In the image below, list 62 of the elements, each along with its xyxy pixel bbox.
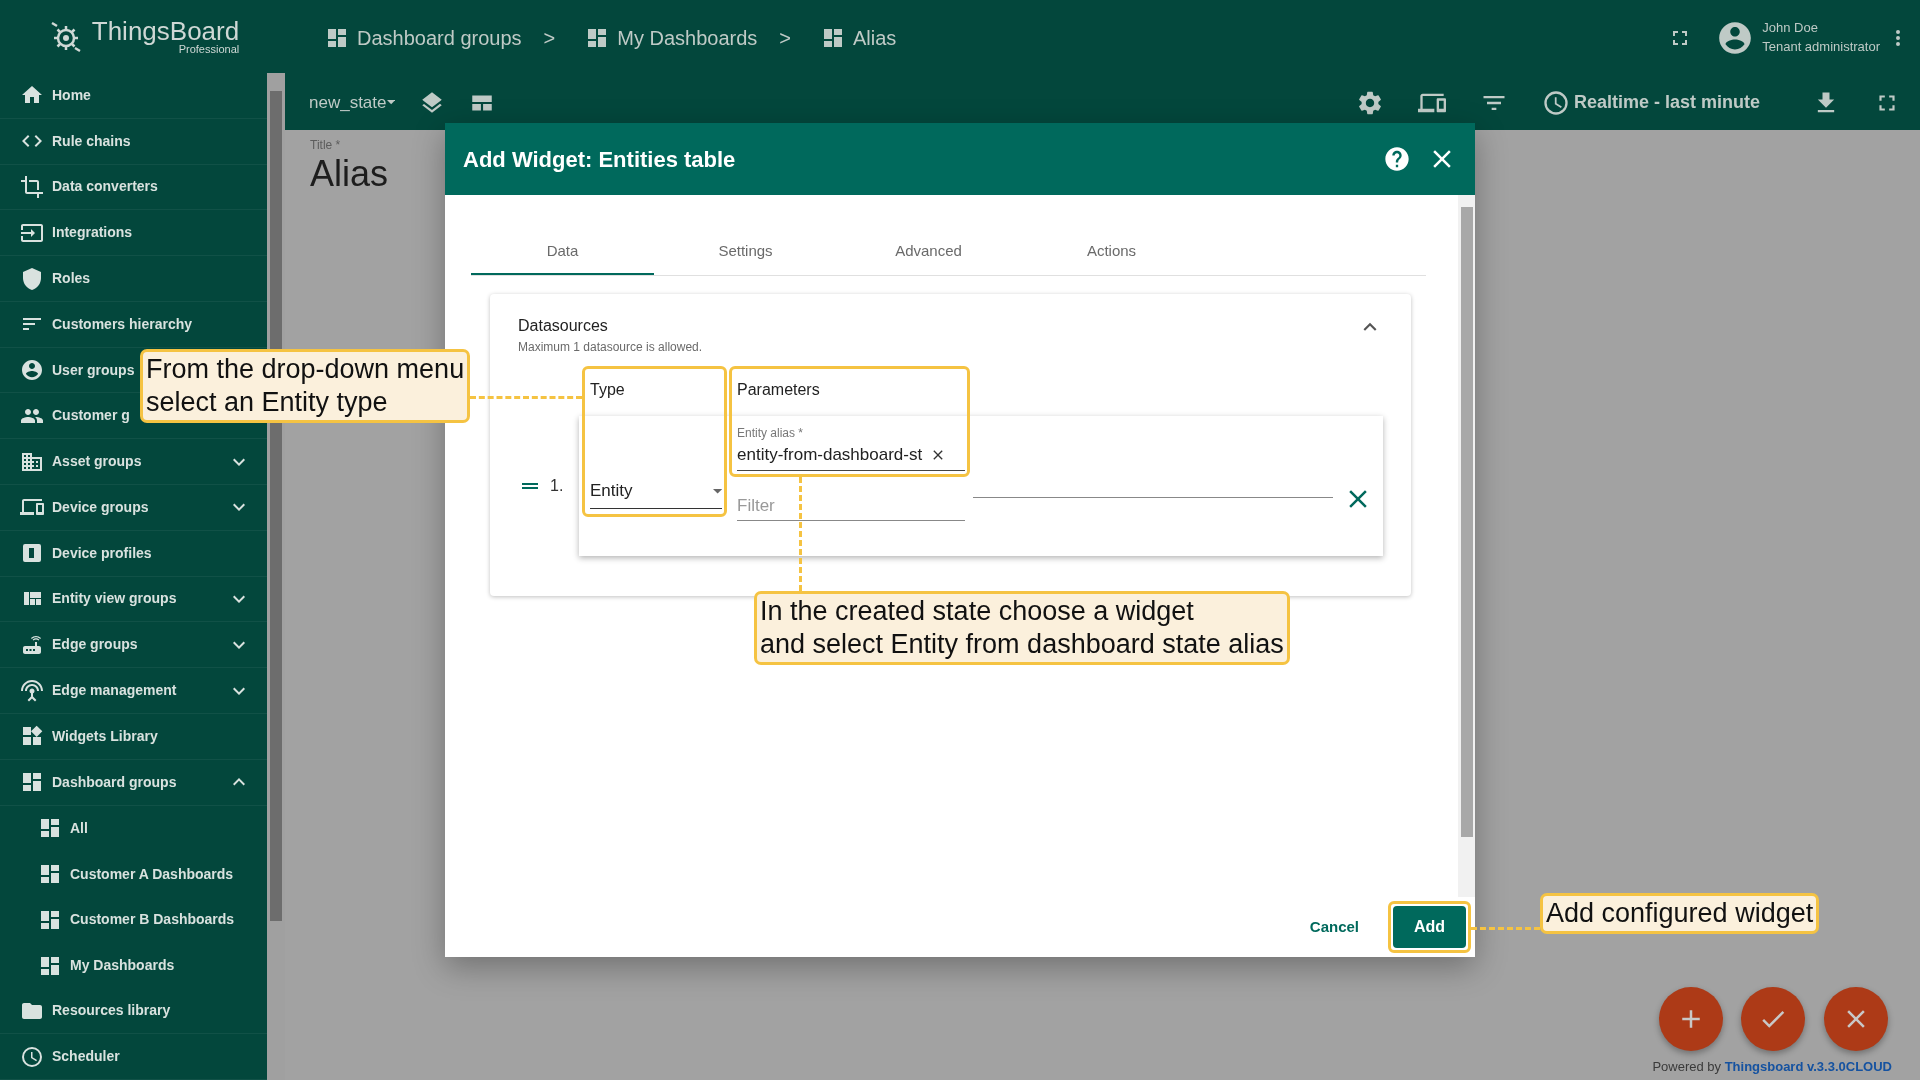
- tab[interactable]: Actions: [1020, 229, 1203, 275]
- shield-icon: [20, 266, 44, 291]
- breadcrumb-link[interactable]: Alias: [853, 22, 897, 53]
- sidebar-item[interactable]: Widgets Library: [0, 713, 267, 760]
- breadcrumb-link[interactable]: Dashboard groups: [357, 22, 522, 53]
- breadcrumb-separator: >: [543, 25, 556, 51]
- entity-alias-field[interactable]: Entity alias * entity-from-dashboard-st: [737, 424, 965, 471]
- antenna-icon: [20, 678, 44, 703]
- cancel-button[interactable]: [1824, 987, 1888, 1051]
- panel-hint: Maximum 1 datasource is allowed.: [518, 339, 703, 356]
- tab[interactable]: Data: [471, 229, 654, 275]
- leader-line: [1471, 927, 1540, 930]
- type-select[interactable]: Entity: [590, 478, 722, 509]
- sidebar-item[interactable]: Asset groups: [0, 439, 267, 486]
- sidebar-item[interactable]: Edge groups: [0, 622, 267, 669]
- sidebar-item[interactable]: Edge management: [0, 668, 267, 714]
- caret-icon: [712, 489, 722, 494]
- sidebar-item[interactable]: Entity view groups: [0, 576, 267, 623]
- sidebar-item[interactable]: My Dashboards: [0, 942, 267, 989]
- logo-name: ThingsBoard: [91, 18, 240, 44]
- sidebar-item[interactable]: Customer B Dashboards: [0, 897, 267, 943]
- person-icon: [20, 358, 44, 383]
- logo-edition: Professional: [178, 44, 240, 55]
- scrollbar[interactable]: [1458, 195, 1475, 897]
- clock-icon: [1541, 88, 1570, 117]
- tab[interactable]: Advanced: [837, 229, 1020, 275]
- sidebar-item[interactable]: Customer A Dashboards: [0, 851, 267, 898]
- column-header: Type: [590, 380, 626, 400]
- column-header: Parameters: [737, 380, 820, 400]
- title-label: Title *: [310, 137, 341, 154]
- sidebar-item[interactable]: All: [0, 805, 267, 852]
- annotation-tooltip: Add configured widget: [1540, 893, 1820, 934]
- state-dropdown[interactable]: new_state: [309, 89, 395, 116]
- sidebar-item[interactable]: Device groups: [0, 485, 267, 531]
- timewindow-button[interactable]: Realtime - last minute: [1541, 88, 1760, 117]
- row-index: 1.: [550, 476, 564, 496]
- clock-icon: [20, 1044, 44, 1069]
- user-role: Tenant administrator: [1762, 37, 1880, 56]
- cancel-button[interactable]: Cancel: [1303, 914, 1365, 940]
- sidebar-item[interactable]: Roles: [0, 256, 267, 302]
- sidebar-item[interactable]: Device profiles: [0, 530, 267, 577]
- dashboard-title: Alias: [310, 154, 389, 194]
- caret-icon: [386, 100, 395, 105]
- help-icon: [1383, 145, 1411, 173]
- more-icon: [1896, 29, 1900, 46]
- crop-icon: [20, 174, 44, 199]
- annotation-tooltip: From the drop-down menu select an Entity type: [140, 349, 471, 423]
- sidebar-item[interactable]: Home: [0, 73, 267, 119]
- help-button[interactable]: [1383, 145, 1411, 173]
- dialog-title: Add Widget: Entities table: [463, 145, 736, 174]
- more-button[interactable]: [1896, 29, 1900, 46]
- tab[interactable]: Settings: [654, 229, 837, 275]
- annotation-tooltip: In the created state choose a widget and select Entity from dashboard state alias: [754, 591, 1290, 665]
- sidebar-item[interactable]: Resources library: [0, 988, 267, 1035]
- user-name: John Doe: [1762, 19, 1819, 38]
- sidebar-item[interactable]: Dashboard groups: [0, 759, 267, 806]
- breadcrumb-separator: >: [779, 25, 791, 51]
- add-button[interactable]: Add: [1393, 906, 1466, 948]
- breadcrumb-link[interactable]: My Dashboards: [617, 22, 758, 53]
- panel-title: Datasources: [518, 316, 609, 336]
- sidebar-item[interactable]: Integrations: [0, 210, 267, 257]
- powered-by-text: Powered by Thingsboard v.3.3.0CLOUD: [1652, 1057, 1892, 1076]
